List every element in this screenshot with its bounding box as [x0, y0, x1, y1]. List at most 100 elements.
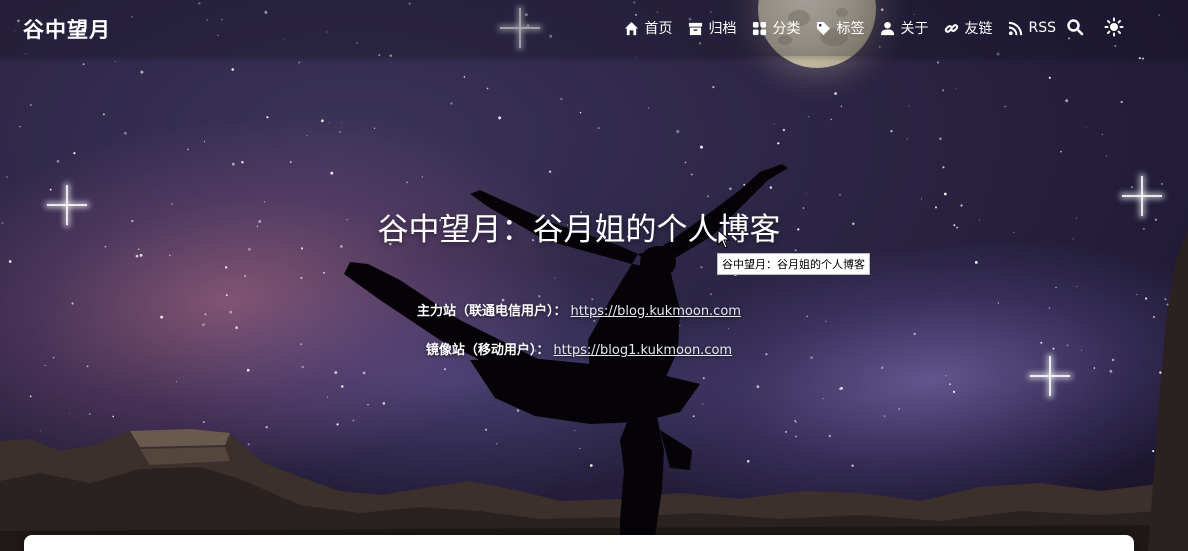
star: [19, 125, 21, 128]
star: [1059, 150, 1062, 153]
mirror-site-line: 镜像站（移动用户）： https://blog1.kukmoon.com: [0, 339, 1158, 358]
nav-links: 首页 归档 分类 标签 关于 友链 RSS: [624, 17, 1056, 39]
nav-item-friends[interactable]: 友链: [944, 18, 992, 38]
home-icon: [624, 21, 639, 36]
nav-item-about[interactable]: 关于: [880, 18, 928, 38]
nav-item-label: 归档: [708, 21, 737, 37]
star: [203, 141, 206, 143]
star: [29, 104, 32, 107]
star: [300, 276, 303, 279]
star: [301, 365, 305, 369]
star: [124, 131, 127, 135]
star: [840, 387, 843, 390]
nav-item-label: 关于: [900, 21, 929, 37]
star: [263, 201, 266, 203]
user-icon: [880, 21, 895, 36]
star: [943, 192, 947, 196]
star: [939, 137, 942, 140]
star: [231, 68, 234, 71]
star: [339, 131, 341, 133]
star: [89, 413, 91, 415]
star: [235, 326, 238, 330]
star: [289, 161, 292, 164]
star: [202, 323, 205, 327]
star: [1138, 56, 1142, 60]
main-site-link[interactable]: https://blog.kukmoon.com: [571, 304, 741, 319]
star: [1106, 155, 1107, 157]
star: [306, 134, 308, 137]
nav-item-archive[interactable]: 归档: [688, 18, 736, 38]
star: [320, 119, 324, 123]
title-tooltip: 谷中望月：谷月姐的个人博客: [717, 253, 870, 275]
navbar: 谷中望月 首页 归档 分类 标签 关于 友链 RSS: [0, 0, 1188, 56]
star: [44, 364, 46, 367]
main-site-label: 主力站（联通电信用户）：: [417, 304, 567, 319]
nav-item-label: RSS: [1028, 20, 1056, 36]
star: [945, 375, 947, 377]
star: [112, 415, 114, 418]
mouse-cursor-icon: [717, 229, 731, 249]
star: [56, 159, 60, 163]
star: [1055, 286, 1057, 289]
star: [1136, 294, 1138, 295]
nav-item-tags[interactable]: 标签: [816, 18, 864, 38]
star: [73, 152, 76, 155]
star: [648, 107, 650, 109]
star: [1065, 99, 1069, 103]
star: [169, 254, 171, 257]
star: [140, 70, 144, 74]
star: [949, 383, 951, 385]
star: [782, 128, 786, 132]
star: [241, 161, 244, 164]
star: [244, 275, 246, 277]
star: [103, 113, 105, 116]
star: [246, 368, 250, 372]
star: [883, 415, 886, 418]
star: [135, 254, 139, 258]
star: [560, 97, 563, 101]
star: [936, 61, 939, 64]
star: [700, 145, 703, 149]
star: [676, 130, 680, 133]
star: [6, 176, 8, 178]
star: [1085, 127, 1087, 129]
star: [1076, 286, 1078, 287]
star: [777, 142, 780, 145]
nav-item-label: 友链: [964, 21, 993, 37]
star: [806, 192, 808, 194]
star: [597, 127, 600, 130]
page: 谷中望月 首页 归档 分类 标签 关于 友链 RSS 谷中望月：谷月姐的个人博客…: [0, 0, 1188, 551]
star: [920, 198, 922, 200]
star: [298, 61, 301, 64]
star: [328, 122, 330, 124]
star: [906, 138, 908, 140]
star: [266, 116, 269, 119]
star: [808, 116, 810, 118]
main-site-line: 主力站（联通电信用户）： https://blog.kukmoon.com: [0, 300, 1158, 319]
star: [634, 56, 636, 58]
nav-item-label: 首页: [644, 21, 673, 37]
star: [498, 116, 502, 120]
nav-item-rss[interactable]: RSS: [1008, 20, 1056, 36]
theme-toggle-button[interactable]: [1104, 17, 1124, 37]
star: [712, 86, 715, 89]
mirror-site-link[interactable]: https://blog1.kukmoon.com: [553, 343, 732, 358]
star: [1120, 100, 1123, 104]
star: [224, 266, 228, 269]
brand-title[interactable]: 谷中望月: [23, 14, 111, 44]
search-button[interactable]: [1066, 18, 1084, 36]
star: [773, 123, 775, 125]
sun-icon: [1104, 17, 1124, 37]
nav-item-category[interactable]: 分类: [752, 18, 800, 38]
star: [890, 129, 893, 133]
star: [175, 381, 177, 383]
star: [898, 408, 900, 410]
hero-title: 谷中望月：谷月姐的个人博客: [377, 212, 781, 248]
rock-silhouette: [1148, 230, 1188, 551]
nav-item-home[interactable]: 首页: [624, 18, 672, 38]
sparkle-star: [1030, 356, 1070, 396]
rss-icon: [1008, 21, 1023, 36]
star: [450, 102, 453, 105]
star: [139, 253, 143, 257]
star: [834, 92, 837, 95]
